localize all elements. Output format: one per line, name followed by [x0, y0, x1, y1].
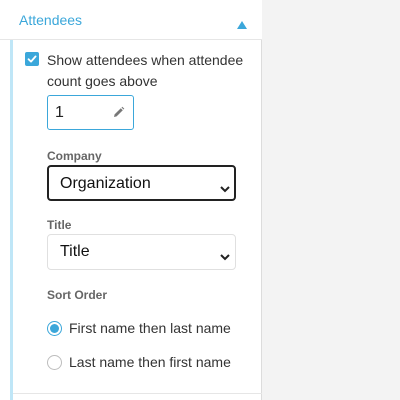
- radio-last-first-label[interactable]: Last name then first name: [69, 354, 231, 370]
- chevron-down-icon: [220, 248, 230, 266]
- pencil-icon: [112, 106, 125, 124]
- show-attendees-label: Show attendees when attendee count goes …: [47, 52, 244, 89]
- radio-last-first[interactable]: [47, 355, 62, 370]
- company-select-value: Organization: [60, 175, 151, 192]
- settings-panel: Attendees Show attendees when attendee c…: [0, 0, 262, 400]
- company-select[interactable]: Organization: [47, 165, 236, 201]
- radio-first-last[interactable]: [47, 321, 62, 336]
- title-select-value: Title: [60, 243, 90, 260]
- attendee-count-input[interactable]: 1: [47, 95, 134, 130]
- radio-first-last-label[interactable]: First name then last name: [69, 320, 231, 336]
- chevron-up-icon[interactable]: [237, 16, 247, 34]
- attendee-count-value: 1: [55, 104, 64, 121]
- sort-order-label: Sort Order: [47, 288, 108, 302]
- chevron-down-icon: [220, 180, 230, 198]
- show-attendees-checkbox[interactable]: [25, 52, 39, 66]
- attendees-section-header[interactable]: Attendees: [0, 0, 262, 40]
- title-select[interactable]: Title: [47, 234, 236, 270]
- company-label: Company: [47, 149, 102, 163]
- section-divider: [13, 393, 262, 394]
- section-title: Attendees: [19, 12, 83, 28]
- title-label: Title: [47, 218, 72, 232]
- checkmark-icon: [27, 55, 37, 63]
